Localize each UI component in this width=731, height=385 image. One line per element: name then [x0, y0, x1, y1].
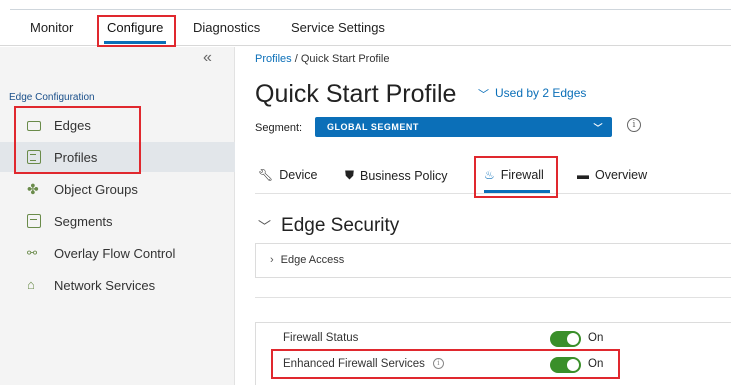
tab-bar-divider — [255, 193, 731, 194]
overlay-flow-icon: ⚯ — [27, 246, 38, 260]
collapse-sidebar-icon[interactable]: « — [203, 49, 212, 67]
firewall-status-toggle[interactable] — [550, 331, 581, 347]
chevron-right-icon: › — [270, 254, 274, 266]
used-by-edges-link[interactable]: Used by 2 Edges — [495, 86, 586, 100]
overview-icon: ▬ — [577, 168, 589, 182]
tab-label: Business Policy — [360, 168, 448, 183]
nav-tab-service-settings[interactable]: Service Settings — [291, 20, 385, 35]
edge-access-panel[interactable]: › Edge Access — [255, 243, 731, 278]
sidebar-item-segments[interactable]: Segments — [0, 206, 235, 236]
nav-tab-diagnostics[interactable]: Diagnostics — [193, 20, 260, 35]
segment-select-value: GLOBAL SEGMENT — [327, 122, 419, 132]
chevron-down-icon: ﹀ — [593, 123, 603, 133]
sidebar-item-network-services[interactable]: ⌂ Network Services — [0, 270, 235, 300]
info-icon[interactable]: i — [627, 118, 641, 132]
tab-device[interactable]: 🔧︎ Device — [258, 168, 317, 182]
sidebar-item-label: Segments — [54, 213, 113, 229]
flame-icon: ♨ — [484, 168, 495, 182]
nav-tab-configure[interactable]: Configure — [107, 20, 163, 35]
segments-icon — [27, 214, 41, 228]
shield-icon: ⛊ — [345, 168, 355, 182]
breadcrumb-profiles-link[interactable]: Profiles — [255, 53, 292, 65]
edge-device-icon — [27, 121, 41, 131]
edge-access-label: › Edge Access — [270, 254, 344, 266]
tab-firewall[interactable]: ♨ Firewall — [484, 168, 544, 182]
chevron-down-icon: ﹀ — [258, 219, 272, 234]
sidebar-item-label: Network Services — [54, 277, 156, 293]
section-title-label: Edge Security — [281, 215, 400, 236]
enhanced-firewall-toggle[interactable] — [550, 357, 581, 373]
sidebar-item-label: Edges — [54, 117, 91, 133]
sidebar-item-label: Object Groups — [54, 181, 138, 197]
info-icon[interactable]: i — [432, 358, 444, 370]
segment-select[interactable]: GLOBAL SEGMENT ﹀ — [315, 117, 612, 137]
tab-label: Device — [279, 168, 318, 182]
breadcrumb: Profiles / Quick Start Profile — [255, 53, 390, 65]
section-divider — [255, 297, 731, 298]
enhanced-firewall-text: Enhanced Firewall Services — [283, 358, 425, 370]
top-nav: Monitor Configure Diagnostics Service Se… — [0, 0, 731, 46]
active-tab-indicator — [104, 41, 166, 44]
tab-label: Overview — [595, 168, 648, 182]
network-services-icon: ⌂ — [27, 277, 35, 292]
breadcrumb-current: Quick Start Profile — [300, 53, 390, 65]
object-groups-icon: ✤ — [27, 181, 39, 197]
segment-label: Segment: — [255, 122, 303, 134]
top-border — [10, 9, 731, 10]
firewall-status-value: On — [588, 332, 604, 344]
tab-business-policy[interactable]: ⛊ Business Policy — [345, 168, 448, 183]
wrench-icon: 🔧︎ — [258, 168, 274, 182]
sidebar-item-edges[interactable]: Edges — [0, 110, 235, 140]
active-tab-indicator — [484, 190, 550, 193]
page-title: Quick Start Profile — [255, 80, 457, 108]
breadcrumb-separator: / — [291, 53, 301, 65]
sidebar-item-label: Overlay Flow Control — [54, 245, 176, 261]
enhanced-firewall-value: On — [588, 358, 604, 370]
enhanced-firewall-label: Enhanced Firewall Services i — [283, 358, 444, 370]
nav-tab-monitor[interactable]: Monitor — [30, 20, 73, 35]
tab-overview[interactable]: ▬ Overview — [577, 168, 647, 182]
chevron-down-icon[interactable]: ﹀ — [478, 86, 489, 102]
section-edge-security[interactable]: ﹀ Edge Security — [258, 215, 399, 237]
profile-icon — [27, 150, 41, 164]
sidebar-heading: Edge Configuration — [9, 92, 95, 103]
firewall-status-label: Firewall Status — [283, 332, 359, 344]
tab-label: Firewall — [500, 168, 544, 182]
sidebar-item-label: Profiles — [54, 149, 98, 165]
sidebar-item-overlay-flow-control[interactable]: ⚯ Overlay Flow Control — [0, 238, 235, 268]
sidebar-item-profiles[interactable]: Profiles — [0, 142, 235, 172]
edge-access-text: Edge Access — [280, 254, 345, 266]
sidebar-item-object-groups[interactable]: ✤ Object Groups — [0, 174, 235, 204]
